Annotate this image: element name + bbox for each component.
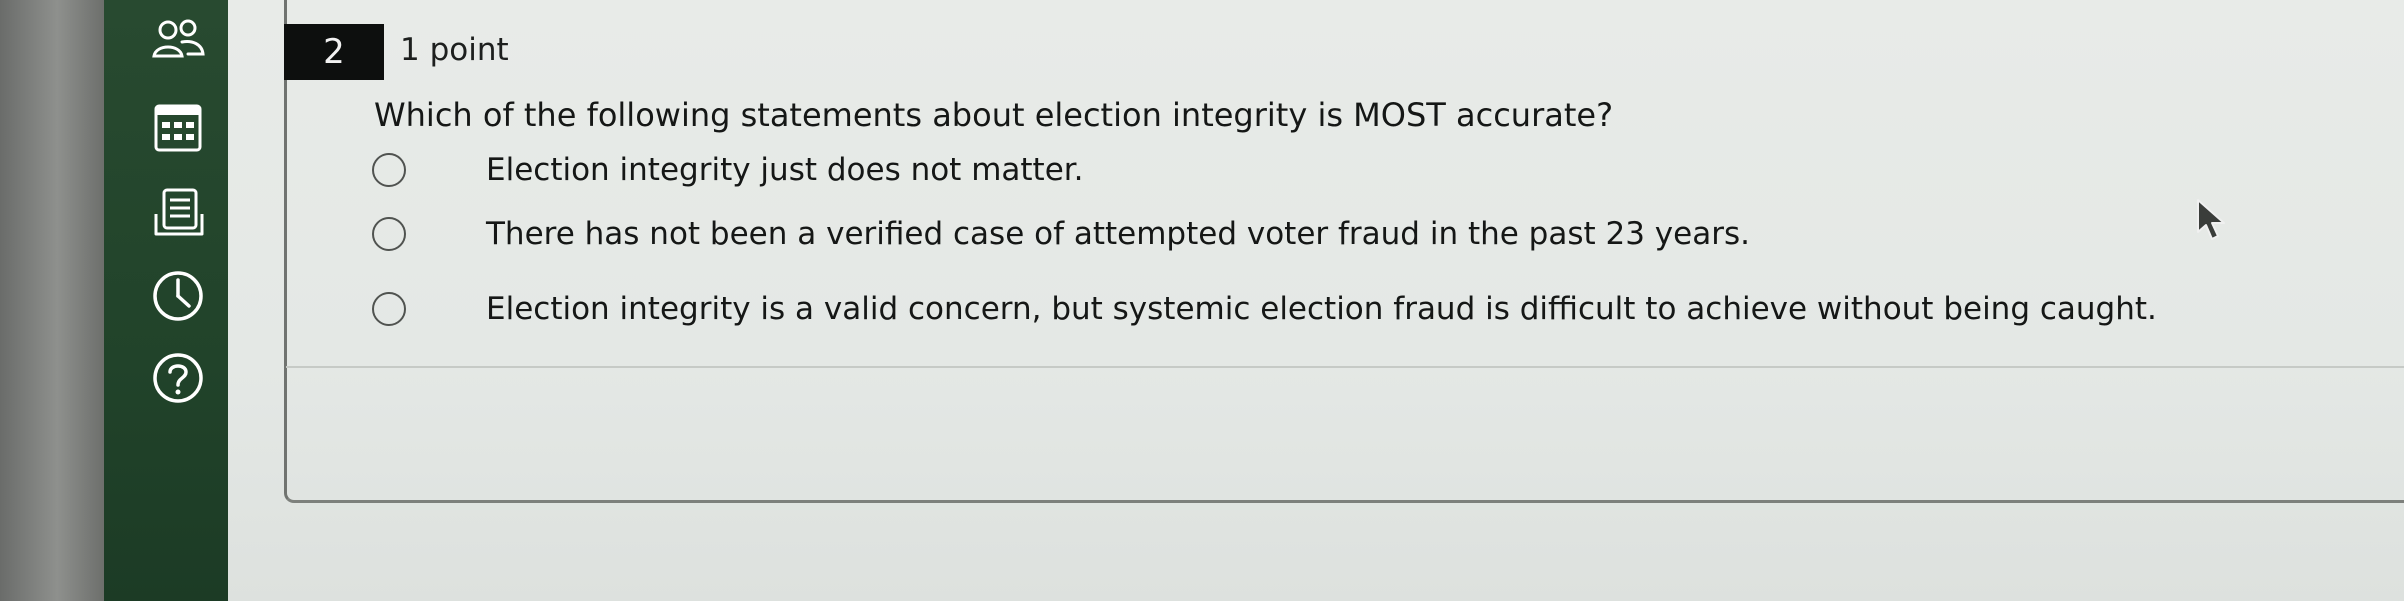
help-icon-graphic — [153, 353, 203, 403]
help-icon[interactable] — [146, 350, 210, 406]
clock-icon[interactable] — [146, 268, 210, 324]
people-icon-graphic — [152, 19, 205, 58]
radio-button[interactable] — [372, 153, 406, 187]
answer-option-1[interactable]: Election integrity just does not matter. — [372, 146, 1084, 194]
people-icon[interactable] — [146, 12, 210, 68]
screen-bezel — [0, 0, 104, 601]
clock-icon-graphic — [153, 271, 203, 321]
question-number: 2 — [284, 24, 384, 80]
question-points: 1 point — [400, 32, 509, 68]
answer-option-2[interactable]: There has not been a verified case of at… — [372, 210, 1750, 258]
answer-option-label[interactable]: Election integrity just does not matter. — [486, 152, 1084, 188]
radio-button[interactable] — [372, 217, 406, 251]
divider — [286, 366, 2404, 368]
answer-option-label[interactable]: There has not been a verified case of at… — [486, 216, 1750, 252]
notes-icon-graphic — [154, 188, 204, 236]
calendar-icon-graphic — [154, 104, 202, 152]
mouse-cursor-icon — [2197, 199, 2225, 240]
answer-option-3[interactable]: Election integrity is a valid concern, b… — [372, 285, 2157, 333]
question-text: Which of the following statements about … — [374, 96, 1614, 134]
answer-option-label[interactable]: Election integrity is a valid concern, b… — [486, 291, 2157, 327]
radio-button[interactable] — [372, 292, 406, 326]
notes-icon[interactable] — [146, 184, 210, 240]
calendar-icon[interactable] — [146, 100, 210, 156]
